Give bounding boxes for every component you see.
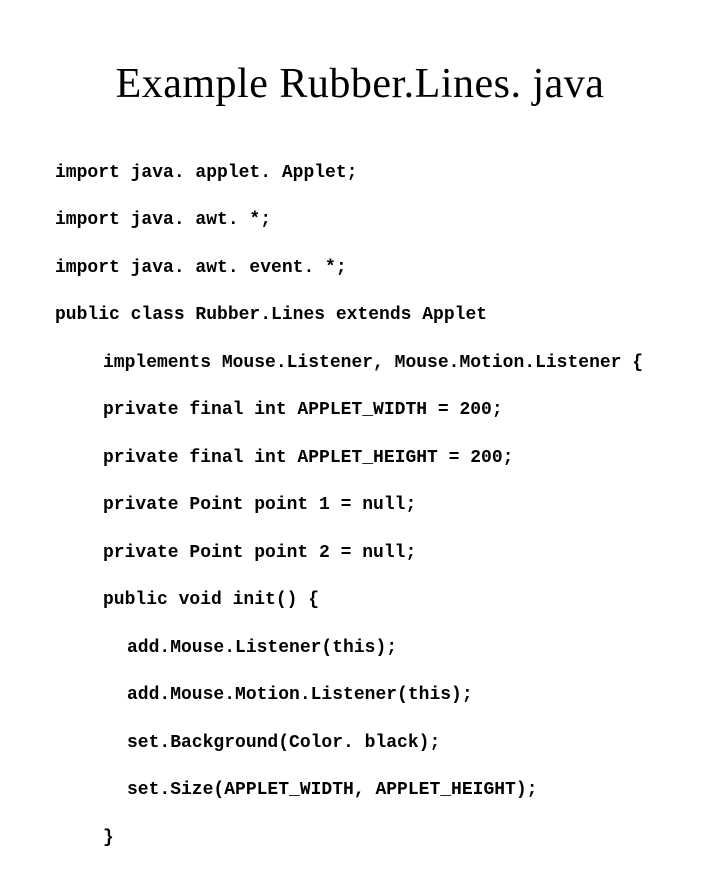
code-line: import java. awt. *; xyxy=(55,209,665,233)
code-line: private Point point 2 = null; xyxy=(55,542,665,566)
code-line: add.Mouse.Listener(this); xyxy=(55,637,665,661)
code-line: private final int APPLET_HEIGHT = 200; xyxy=(55,447,665,471)
code-line: set.Background(Color. black); xyxy=(55,732,665,756)
code-line: import java. awt. event. *; xyxy=(55,257,665,281)
code-line: public class Rubber.Lines extends Applet xyxy=(55,304,665,328)
code-line: private final int APPLET_WIDTH = 200; xyxy=(55,399,665,423)
code-line: public void init() { xyxy=(55,589,665,613)
code-line: private Point point 1 = null; xyxy=(55,494,665,518)
code-line: import java. applet. Applet; xyxy=(55,162,665,186)
code-line: set.Size(APPLET_WIDTH, APPLET_HEIGHT); xyxy=(55,779,665,803)
code-line: add.Mouse.Motion.Listener(this); xyxy=(55,684,665,708)
code-line: implements Mouse.Listener, Mouse.Motion.… xyxy=(55,352,665,376)
code-line: } xyxy=(55,827,665,851)
slide-title: Example Rubber.Lines. java xyxy=(55,60,665,108)
code-block: import java. applet. Applet; import java… xyxy=(55,138,665,874)
